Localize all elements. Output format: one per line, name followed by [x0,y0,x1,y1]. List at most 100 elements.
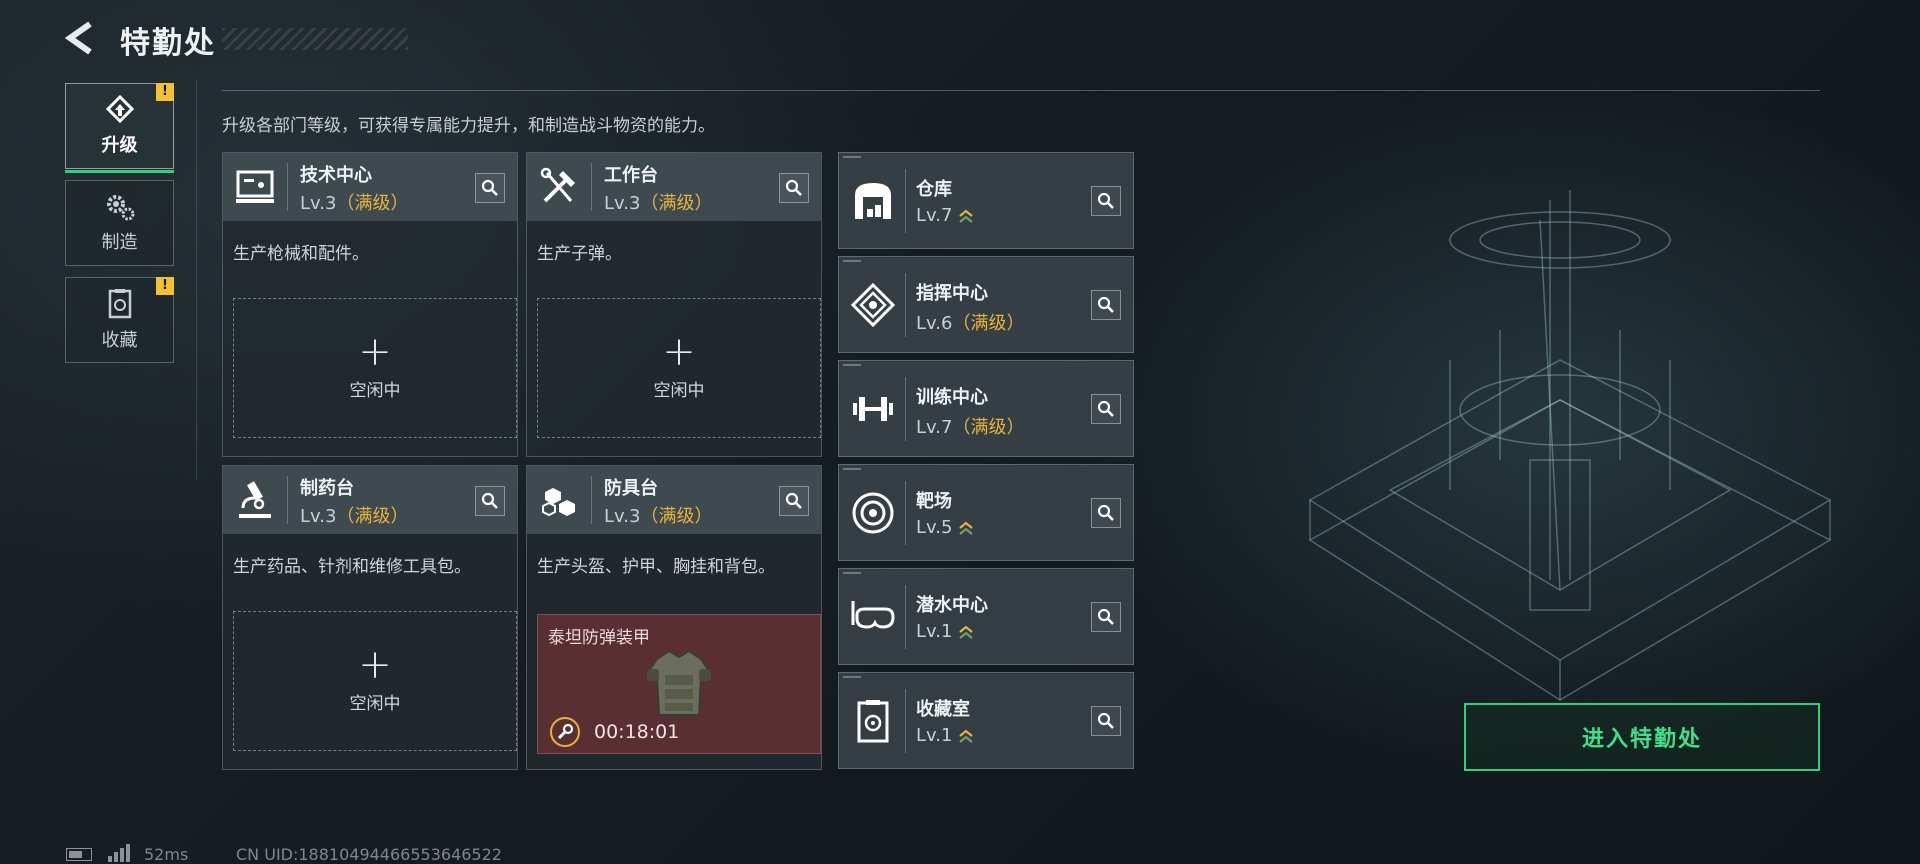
tab-label: 制造 [101,232,138,253]
search-button[interactable] [475,486,505,516]
department-name: 技术中心 [300,165,372,186]
user-uid: CN UID:18810494466553646522 [236,845,502,864]
job-timer: 00:18:01 [594,721,680,743]
production-slot-empty[interactable]: + 空闲中 [537,298,821,438]
tab-craft[interactable]: 制造 [65,180,174,266]
add-icon: + [358,641,392,688]
add-icon: + [662,328,696,375]
search-icon [1097,608,1114,625]
search-button[interactable] [1091,290,1121,320]
search-icon [1097,400,1114,417]
command-icon [850,282,896,328]
facility-level: Lv.7 [916,205,974,226]
search-button[interactable] [1091,394,1121,424]
facility-level: Lv.6（满级） [916,313,1025,334]
search-button[interactable] [1091,186,1121,216]
facility-item-warehouse[interactable]: 仓库 Lv.7 [838,152,1134,249]
upgrade-available-icon [959,729,974,743]
warehouse-icon [855,183,891,219]
search-button[interactable] [1091,706,1121,736]
search-icon [481,179,498,196]
search-icon [1097,296,1114,313]
department-name: 工作台 [604,165,658,186]
production-slot-empty[interactable]: + 空闲中 [233,611,517,751]
ping-readout: 52ms [144,845,189,864]
page-title: 特勤处 [120,26,216,61]
slot-status: 空闲中 [349,693,401,714]
base-building-illustration [1308,190,1832,701]
search-button[interactable] [779,173,809,203]
search-button[interactable] [779,486,809,516]
production-job-in-progress[interactable]: 泰坦防弹装甲 00:18:01 [537,614,821,754]
add-icon: + [358,328,392,375]
department-description: 生产枪械和配件。 [233,244,369,264]
card-header: 技术中心 Lv.3（满级） [223,153,517,221]
target-icon [852,492,894,534]
upgrade-available-icon [959,625,974,639]
battery-icon [66,848,92,861]
search-icon [1097,504,1114,521]
facility-level: Lv.1 [916,725,974,746]
job-item-name: 泰坦防弹装甲 [548,628,650,648]
facility-name: 潜水中心 [916,595,988,616]
armor-blocks-icon [542,488,575,517]
search-button[interactable] [1091,498,1121,528]
department-description: 生产头盔、护甲、胸挂和背包。 [537,557,775,577]
search-icon [785,179,802,196]
facility-item-command-center[interactable]: 指挥中心 Lv.6（满级） [838,256,1134,353]
department-description: 生产药品、针剂和维修工具包。 [233,557,471,577]
divider [222,90,1820,91]
warning-badge: ! [156,277,174,295]
department-name: 防具台 [604,478,658,499]
department-level: Lv.3（满级） [300,193,409,214]
back-arrow-icon[interactable] [62,20,98,56]
facility-name: 指挥中心 [916,283,988,304]
facility-name: 收藏室 [916,699,970,720]
title-decoration [222,28,408,50]
upgrade-available-icon [959,209,974,223]
search-icon [785,492,802,509]
signal-icon [108,844,130,862]
page-description: 升级各部门等级，可获得专属能力提升，和制造战斗物资的能力。 [222,116,715,136]
department-card-workbench: 工作台 Lv.3（满级） 生产子弹。 + 空闲中 [526,152,822,457]
tab-collection[interactable]: 收藏 ! [65,277,174,363]
collection-icon [108,289,131,319]
body-armor-image [647,649,711,716]
gears-icon [106,195,134,221]
vault-icon [857,700,889,743]
department-description: 生产子弹。 [537,244,622,264]
department-level: Lv.3（满级） [300,506,409,527]
facility-level: Lv.1 [916,621,974,642]
search-icon [481,492,498,509]
dive-mask-icon [851,601,895,629]
department-level: Lv.3（满级） [604,193,713,214]
facility-item-shooting-range[interactable]: 靶场 Lv.5 [838,464,1134,561]
card-header: 防具台 Lv.3（满级） [527,466,821,534]
enter-special-ops-button[interactable]: 进入特勤处 [1464,703,1820,771]
facility-level: Lv.7（满级） [916,417,1025,438]
department-level: Lv.3（满级） [604,506,713,527]
tab-upgrade[interactable]: 升级 ! [65,83,174,173]
department-name: 制药台 [300,478,354,499]
facility-item-training-center[interactable]: 训练中心 Lv.7（满级） [838,360,1134,457]
microscope-icon [239,481,271,518]
search-icon [1097,192,1114,209]
warning-badge: ! [156,83,174,101]
dumbbell-icon [853,397,893,421]
tab-label: 收藏 [101,330,138,351]
slot-status: 空闲中 [653,380,705,401]
facility-item-collection-room[interactable]: 收藏室 Lv.1 [838,672,1134,769]
card-header: 工作台 Lv.3（满级） [527,153,821,221]
slot-status: 空闲中 [349,380,401,401]
facility-name: 训练中心 [916,387,988,408]
wrench-icon [550,717,580,747]
search-button[interactable] [475,173,505,203]
facility-item-dive-center[interactable]: 潜水中心 Lv.1 [838,568,1134,665]
production-slot-empty[interactable]: + 空闲中 [233,298,517,438]
department-card-armor-bench: 防具台 Lv.3（满级） 生产头盔、护甲、胸挂和背包。 泰坦防弹装甲 00:18… [526,465,822,770]
search-button[interactable] [1091,602,1121,632]
divider [196,80,197,480]
department-card-tech-center: 技术中心 Lv.3（满级） 生产枪械和配件。 + 空闲中 [222,152,518,457]
facility-level: Lv.5 [916,517,974,538]
facility-name: 仓库 [916,179,952,200]
